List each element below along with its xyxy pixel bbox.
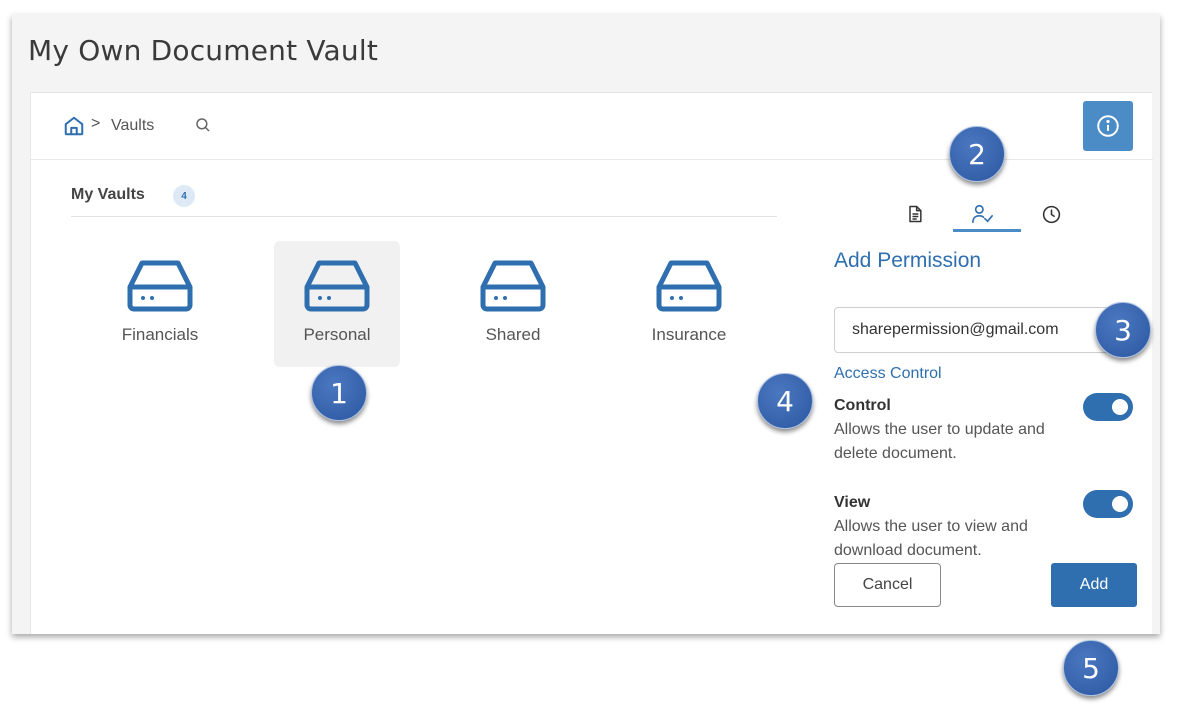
vault-label: Insurance bbox=[651, 325, 727, 344]
add-button[interactable]: Add bbox=[1051, 563, 1137, 607]
vault-financials[interactable]: Financials bbox=[97, 241, 223, 367]
vault-drive-icon bbox=[127, 260, 193, 312]
email-field[interactable] bbox=[834, 307, 1112, 353]
info-button[interactable] bbox=[1083, 101, 1133, 151]
app-title: My Own Document Vault bbox=[28, 34, 379, 67]
user-check-icon bbox=[972, 204, 993, 224]
app-window: My Own Document Vault > Vaults My Vaults… bbox=[12, 14, 1160, 634]
step-badge-4: 4 bbox=[757, 373, 813, 429]
access-control-label: Access Control bbox=[834, 365, 942, 382]
vault-drive-icon bbox=[656, 260, 722, 312]
vault-shared[interactable]: Shared bbox=[450, 241, 576, 367]
vault-drive-icon bbox=[304, 260, 370, 312]
side-panel-tabs bbox=[891, 197, 1060, 233]
breadcrumb-vaults[interactable]: Vaults bbox=[111, 117, 154, 135]
view-option-description: Allows the user to view and download doc… bbox=[834, 518, 1028, 559]
vaults-header: My Vaults 4 bbox=[71, 183, 777, 217]
vaults-title: My Vaults bbox=[71, 186, 145, 203]
add-permission-title: Add Permission bbox=[834, 249, 982, 272]
control-toggle[interactable] bbox=[1083, 393, 1133, 421]
step-badge-5: 5 bbox=[1063, 640, 1119, 696]
vault-drive-icon bbox=[480, 260, 546, 312]
view-toggle[interactable] bbox=[1083, 490, 1133, 518]
active-tab-indicator bbox=[953, 229, 1021, 232]
tab-permissions[interactable] bbox=[966, 197, 1000, 231]
vault-label: Shared bbox=[485, 325, 541, 344]
cancel-button[interactable]: Cancel bbox=[834, 563, 941, 607]
view-option-title: View bbox=[834, 494, 871, 511]
step-badge-2: 2 bbox=[949, 126, 1005, 182]
tab-details[interactable] bbox=[898, 197, 932, 231]
toggle-knob bbox=[1112, 496, 1128, 512]
control-option-description: Allows the user to update and delete doc… bbox=[834, 421, 1045, 462]
step-badge-1: 1 bbox=[311, 365, 367, 421]
vault-label: Personal bbox=[303, 325, 371, 344]
document-icon bbox=[909, 205, 922, 223]
clock-icon bbox=[1042, 205, 1060, 223]
vault-personal[interactable]: Personal bbox=[274, 241, 400, 367]
step-badge-3: 3 bbox=[1095, 302, 1151, 358]
tab-history[interactable] bbox=[1034, 197, 1068, 231]
vaults-count-badge: 4 bbox=[173, 185, 195, 207]
info-icon bbox=[1097, 115, 1119, 137]
breadcrumb-separator: > bbox=[91, 115, 101, 132]
vault-label: Financials bbox=[121, 325, 199, 344]
search-icon[interactable] bbox=[194, 116, 212, 134]
vault-insurance[interactable]: Insurance bbox=[626, 241, 752, 367]
control-option-title: Control bbox=[834, 397, 891, 414]
home-icon[interactable] bbox=[63, 115, 85, 137]
toggle-knob bbox=[1112, 399, 1128, 415]
